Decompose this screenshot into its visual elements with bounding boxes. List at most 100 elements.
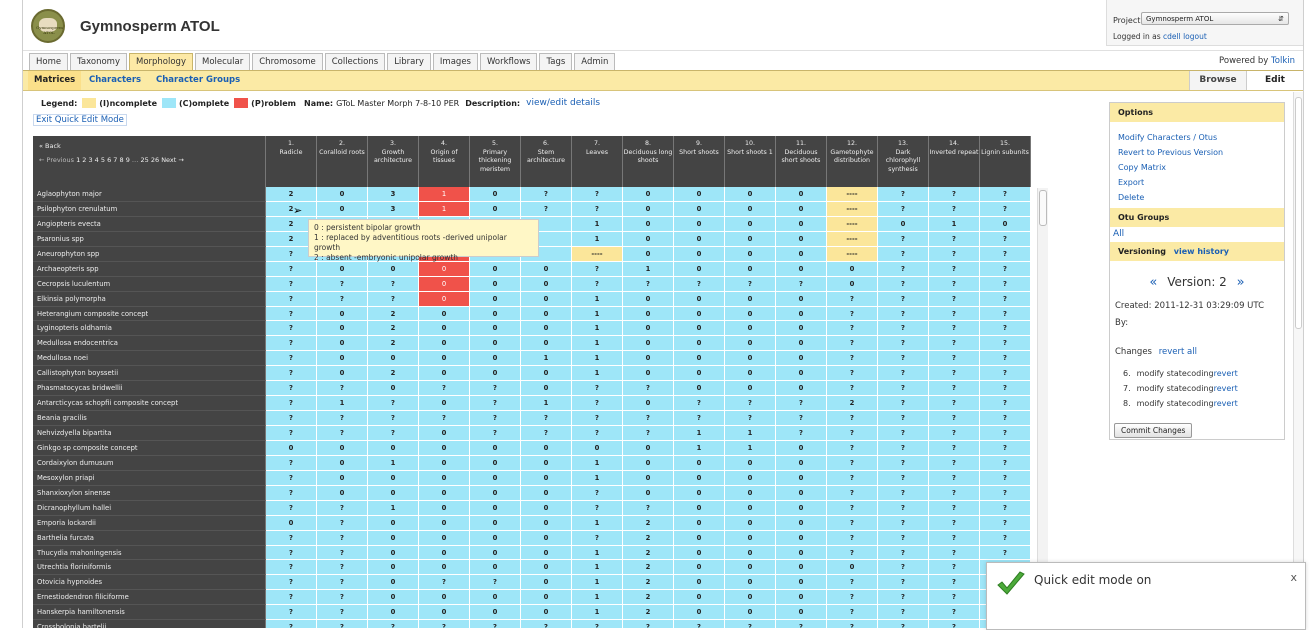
- view-history-link[interactable]: view history: [1174, 247, 1229, 256]
- matrix-cell[interactable]: 0: [470, 440, 521, 456]
- matrix-cell[interactable]: 0: [674, 500, 725, 516]
- matrix-cell[interactable]: 0: [521, 470, 572, 486]
- matrix-cell[interactable]: 0: [521, 306, 572, 322]
- matrix-cell[interactable]: ?: [470, 381, 521, 397]
- matrix-cell[interactable]: 1: [317, 396, 368, 412]
- copy-matrix-link[interactable]: Copy Matrix: [1110, 160, 1284, 175]
- matrix-cell[interactable]: ?: [572, 485, 623, 501]
- matrix-cell[interactable]: 0: [317, 321, 368, 337]
- matrix-cell[interactable]: 0: [623, 187, 674, 202]
- matrix-cell[interactable]: 0: [725, 470, 776, 486]
- matrix-cell[interactable]: 0: [368, 485, 419, 501]
- otu-name[interactable]: Aglaophyton major: [33, 187, 266, 202]
- matrix-cell[interactable]: ?: [980, 201, 1031, 217]
- matrix-cell[interactable]: ?: [419, 411, 470, 426]
- matrix-cell[interactable]: ?: [266, 306, 317, 322]
- matrix-cell[interactable]: ?: [470, 411, 521, 426]
- otu-name[interactable]: Lyginopteris oldhamia: [33, 321, 266, 337]
- matrix-cell[interactable]: 0: [470, 336, 521, 352]
- matrix-cell[interactable]: ?: [266, 426, 317, 441]
- matrix-cell[interactable]: 0: [521, 336, 572, 352]
- matrix-cell[interactable]: 0: [419, 351, 470, 367]
- otu-name[interactable]: Medullosa endocentrica: [33, 336, 266, 352]
- matrix-cell[interactable]: 0: [725, 187, 776, 202]
- matrix-cell[interactable]: ----: [827, 187, 878, 202]
- matrix-cell[interactable]: ?: [878, 485, 929, 501]
- matrix-cell[interactable]: 0: [725, 560, 776, 576]
- otu-name[interactable]: Antarcticycas schopfii composite concept: [33, 396, 266, 412]
- matrix-cell[interactable]: ----: [572, 246, 623, 262]
- matrix-cell[interactable]: ?: [317, 620, 368, 628]
- matrix-cell[interactable]: 1: [572, 291, 623, 307]
- matrix-cell[interactable]: 0: [317, 187, 368, 202]
- matrix-cell[interactable]: 0: [470, 261, 521, 277]
- matrix-cell[interactable]: 0: [674, 246, 725, 262]
- matrix-cell[interactable]: ?: [266, 381, 317, 397]
- matrix-cell[interactable]: 0: [419, 560, 470, 576]
- matrix-cell[interactable]: ?: [623, 620, 674, 628]
- matrix-cell[interactable]: 1: [368, 500, 419, 516]
- matrix-cell[interactable]: ?: [878, 530, 929, 546]
- matrix-cell[interactable]: 0: [419, 366, 470, 382]
- matrix-cell[interactable]: 0: [623, 201, 674, 217]
- matrix-cell[interactable]: ?: [572, 276, 623, 292]
- tab-tags[interactable]: Tags: [539, 53, 573, 70]
- tab-molecular[interactable]: Molecular: [194, 53, 251, 70]
- matrix-cell[interactable]: ?: [266, 485, 317, 501]
- matrix-cell[interactable]: 1: [572, 306, 623, 322]
- matrix-cell[interactable]: 0: [368, 440, 419, 456]
- matrix-cell[interactable]: 0: [725, 381, 776, 397]
- matrix-cell[interactable]: ?: [878, 545, 929, 561]
- matrix-cell[interactable]: 0: [317, 306, 368, 322]
- matrix-cell[interactable]: ?: [980, 366, 1031, 382]
- matrix-cell[interactable]: 0: [521, 485, 572, 501]
- matrix-cell[interactable]: 0: [776, 485, 827, 501]
- matrix-cell[interactable]: ?: [521, 411, 572, 426]
- matrix-cell[interactable]: 0: [368, 560, 419, 576]
- matrix-cell[interactable]: ?: [929, 336, 980, 352]
- matrix-cell[interactable]: 0: [776, 560, 827, 576]
- matrix-cell[interactable]: 0: [725, 351, 776, 367]
- matrix-cell[interactable]: ?: [929, 545, 980, 561]
- matrix-cell[interactable]: ?: [929, 396, 980, 412]
- matrix-cell[interactable]: 0: [827, 560, 878, 576]
- matrix-cell[interactable]: ?: [266, 396, 317, 412]
- matrix-cell[interactable]: 0: [470, 470, 521, 486]
- matrix-cell[interactable]: 0: [878, 216, 929, 232]
- tab-admin[interactable]: Admin: [574, 53, 616, 70]
- matrix-cell[interactable]: ?: [980, 306, 1031, 322]
- matrix-cell[interactable]: 0: [470, 545, 521, 561]
- matrix-cell[interactable]: ----: [827, 246, 878, 262]
- matrix-scroll-thumb[interactable]: [1039, 190, 1047, 226]
- matrix-cell[interactable]: 3: [368, 201, 419, 217]
- matrix-cell[interactable]: ?: [929, 201, 980, 217]
- tab-collections[interactable]: Collections: [324, 53, 386, 70]
- matrix-cell[interactable]: ?: [878, 187, 929, 202]
- matrix-cell[interactable]: ?: [929, 261, 980, 277]
- revert-all-link[interactable]: revert all: [1159, 347, 1197, 357]
- matrix-cell[interactable]: ?: [368, 276, 419, 292]
- otu-name[interactable]: Psaronius spp: [33, 231, 266, 247]
- matrix-cell[interactable]: 1: [572, 455, 623, 471]
- matrix-cell[interactable]: 0: [776, 575, 827, 591]
- character-header[interactable]: 1. Radicle: [266, 136, 317, 187]
- matrix-cell[interactable]: 0: [725, 216, 776, 232]
- matrix-cell[interactable]: 0: [623, 470, 674, 486]
- matrix-cell[interactable]: ?: [521, 620, 572, 628]
- matrix-cell[interactable]: 0: [368, 545, 419, 561]
- matrix-cell[interactable]: 0: [776, 261, 827, 277]
- matrix-cell[interactable]: ?: [470, 575, 521, 591]
- matrix-cell[interactable]: ?: [317, 426, 368, 441]
- matrix-cell[interactable]: ?: [929, 620, 980, 628]
- matrix-cell[interactable]: 0: [725, 515, 776, 531]
- pager-end[interactable]: 25 26: [141, 156, 160, 164]
- matrix-cell[interactable]: ?: [929, 455, 980, 471]
- matrix-cell[interactable]: 0: [521, 440, 572, 456]
- matrix-cell[interactable]: 1: [725, 440, 776, 456]
- matrix-cell[interactable]: ?: [266, 321, 317, 337]
- revert-change-link[interactable]: revert: [1214, 369, 1238, 378]
- otu-name[interactable]: Utrechtia floriniformis: [33, 560, 266, 576]
- matrix-cell[interactable]: 1: [929, 216, 980, 232]
- otu-name[interactable]: Otovicia hypnoides: [33, 575, 266, 591]
- matrix-cell[interactable]: 0: [419, 291, 470, 307]
